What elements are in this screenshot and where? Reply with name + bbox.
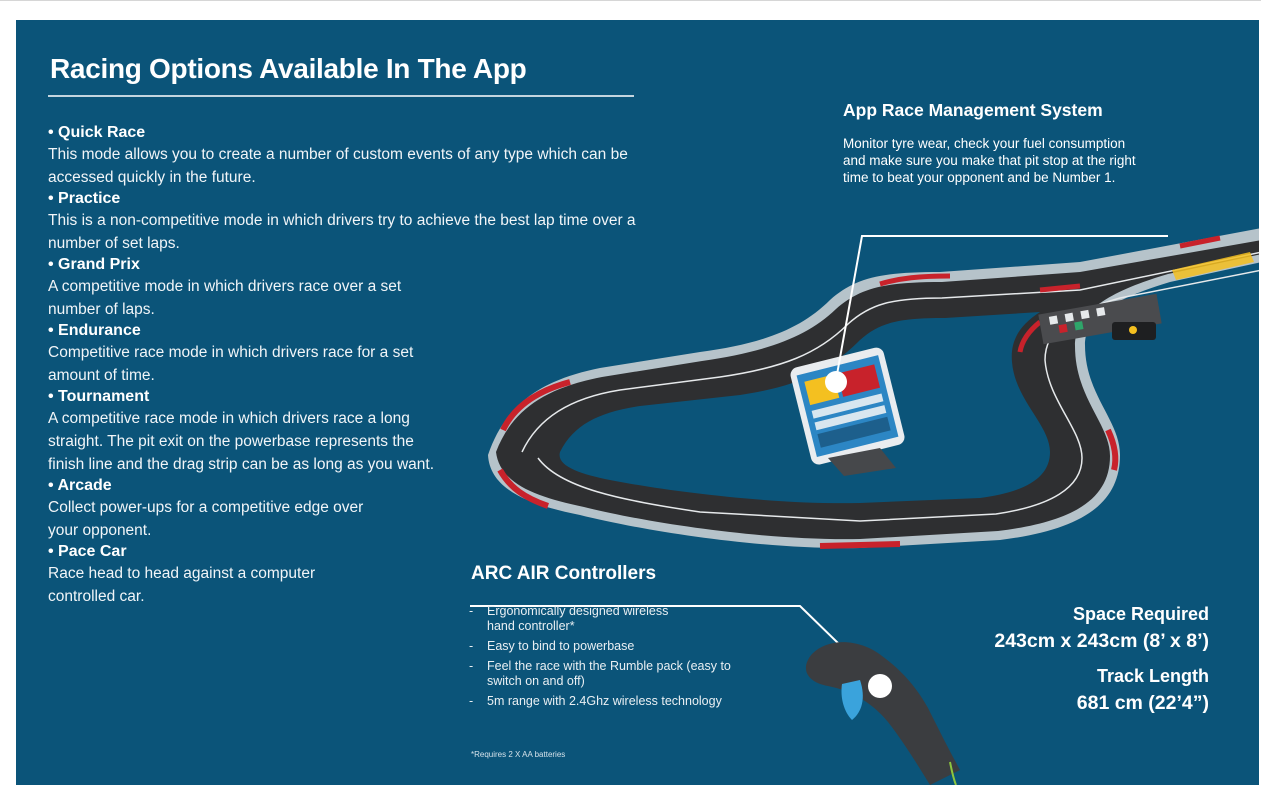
mode-title: • Arcade (48, 477, 112, 494)
mode-description: This is a non-competitive mode in which … (48, 212, 636, 252)
track-length-label: Track Length (1096, 666, 1209, 686)
race-management-description: Monitor tyre wear, check your fuel consu… (843, 136, 1136, 185)
feature-text: Ergonomically designed wireless hand con… (487, 604, 669, 633)
mode-description: This mode allows you to create a number … (48, 146, 628, 186)
controller-device (805, 642, 960, 785)
mode-description: A competitive mode in which drivers race… (48, 278, 402, 318)
mode-description: Collect power-ups for a competitive edge… (48, 499, 364, 539)
mode-title: • Tournament (48, 388, 150, 405)
feature-text: Feel the race with the Rumble pack (easy… (487, 659, 731, 688)
controllers-title: ARC AIR Controllers (471, 563, 657, 584)
dash-bullet: - (469, 604, 474, 618)
feature-item: -5m range with 2.4Ghz wireless technolog… (469, 694, 809, 709)
mode-title: • Pace Car (48, 543, 127, 560)
controller-features-list: - Ergonomically designed wireless hand co… (469, 604, 809, 714)
space-required-value: 243cm x 243cm (8’ x 8’) (994, 630, 1209, 652)
feature-text: 5m range with 2.4Ghz wireless technology (487, 694, 722, 708)
racing-modes-list: • Quick Race This mode allows you to cre… (48, 123, 648, 608)
feature-text: Easy to bind to powerbase (487, 639, 635, 653)
mode-description: Race head to head against a computer con… (48, 565, 316, 605)
title-underline (48, 95, 634, 97)
mode-title: • Grand Prix (48, 256, 140, 273)
feature-item: - Ergonomically designed wireless hand co… (469, 604, 809, 634)
mode-description: A competitive race mode in which drivers… (48, 410, 435, 473)
dash-bullet: - (469, 694, 474, 708)
race-management-title: App Race Management System (843, 100, 1103, 120)
feature-item: - Easy to bind to powerbase (469, 639, 809, 654)
mode-title: • Quick Race (48, 124, 146, 141)
dash-bullet: - (469, 659, 474, 673)
kerb-red-6 (819, 541, 901, 549)
dash-bullet: - (469, 639, 474, 653)
mode-title: • Endurance (48, 322, 141, 339)
battery-footnote: *Requires 2 X AA batteries (471, 750, 566, 759)
mode-title: • Practice (48, 190, 121, 207)
page-title: Racing Options Available In The App (50, 53, 527, 84)
feature-item: - Feel the race with the Rumble pack (eas… (469, 659, 809, 689)
space-required-label: Space Required (1072, 604, 1209, 624)
track-length-value: 681 cm (22’4”) (1076, 692, 1209, 714)
mode-description: Competitive race mode in which drivers r… (48, 344, 414, 384)
arms-callout-dot (825, 371, 847, 393)
